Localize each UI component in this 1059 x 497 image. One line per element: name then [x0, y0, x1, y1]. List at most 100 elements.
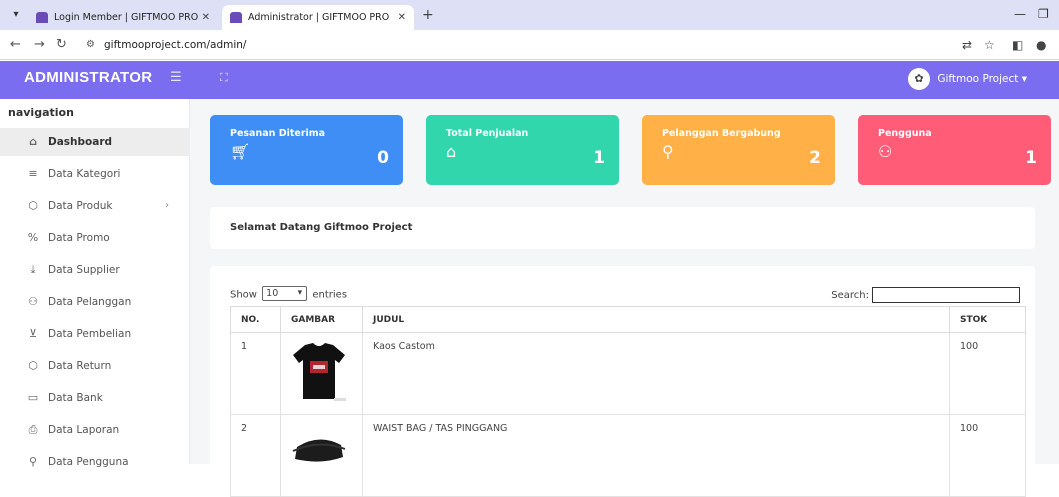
user-menu[interactable]: ✿ Giftmoo Project ▾ — [908, 68, 1027, 90]
user-name: Giftmoo Project — [937, 73, 1019, 85]
home-icon: ⌂ — [29, 135, 37, 148]
column-header-stok[interactable]: STOK — [949, 306, 1026, 333]
new-tab-button[interactable]: + — [422, 8, 434, 22]
translate-icon[interactable]: ⇄ — [962, 38, 972, 52]
stat-card-pesanan[interactable]: Pesanan Diterima 🛒︎ 0 — [210, 115, 403, 185]
product-table: NO. GAMBAR JUDUL STOK 1 Kaos Castom 100 … — [230, 306, 1026, 497]
sidebar-item-laporan[interactable]: ⎙ Data Laporan — [0, 416, 190, 444]
table-header-row: NO. GAMBAR JUDUL STOK — [230, 306, 1026, 333]
card-label: Pengguna — [878, 128, 932, 139]
search-control: Search: — [831, 287, 1020, 304]
card-label: Pelanggan Bergabung — [662, 128, 781, 139]
stat-card-penjualan[interactable]: Total Penjualan ⌂ 1 — [426, 115, 619, 185]
show-label: Show — [230, 289, 257, 301]
cell-stok: 100 — [949, 414, 1026, 497]
chevron-right-icon: › — [165, 200, 169, 211]
tab-close-icon[interactable]: ✕ — [202, 5, 210, 30]
browser-tab-login[interactable]: Login Member | GIFTMOO PRO ✕ — [28, 5, 218, 30]
menu-toggle-icon[interactable]: ☰ — [170, 70, 182, 85]
site-favicon-icon — [36, 12, 48, 23]
cell-gambar — [280, 332, 363, 415]
product-table-panel: Show 10 ▾ entries Search: NO. GAMBAR JUDU… — [210, 266, 1035, 497]
sidebar-item-kategori[interactable]: ≡ Data Kategori — [0, 160, 190, 188]
column-header-no[interactable]: NO. — [230, 306, 281, 333]
tab-close-icon[interactable]: ✕ — [398, 5, 406, 30]
site-info-icon[interactable]: ⚙ — [86, 34, 95, 56]
waist-bag-image — [292, 439, 346, 462]
sidebar-item-promo[interactable]: % Data Promo — [0, 224, 190, 252]
table-row: 2 WAIST BAG / TAS PINGGANG 100 — [230, 414, 1026, 497]
sidebar-item-bank[interactable]: ▭ Data Bank — [0, 384, 190, 412]
card-label: Total Penjualan — [446, 128, 529, 139]
sidebar: navigation ⌂ Dashboard ≡ Data Kategori ⬡… — [0, 99, 190, 468]
search-input[interactable] — [872, 287, 1020, 303]
minimize-icon[interactable]: — — [1014, 7, 1026, 21]
sidebar-item-dashboard[interactable]: ⌂ Dashboard — [0, 128, 190, 156]
reload-icon[interactable]: ↻ — [56, 37, 67, 53]
sidebar-item-pengguna[interactable]: ⚲ Data Pengguna — [0, 448, 190, 476]
cell-judul: WAIST BAG / TAS PINGGANG — [362, 414, 950, 497]
box-icon: ⬡ — [28, 359, 38, 372]
fullscreen-icon[interactable]: ⛶ — [220, 71, 228, 85]
entries-value: 10 — [266, 288, 279, 299]
cell-gambar — [280, 414, 363, 497]
sidebar-item-pembelian[interactable]: ⊻ Data Pembelian — [0, 320, 190, 348]
site-favicon-icon — [230, 12, 242, 23]
sidebar-item-return[interactable]: ⬡ Data Return — [0, 352, 190, 380]
tag-icon: ⌂ — [446, 142, 457, 161]
sidebar-item-label: Dashboard — [48, 136, 113, 148]
stat-card-pelanggan[interactable]: Pelanggan Bergabung ⚲ 2 — [642, 115, 835, 185]
sidebar-item-produk[interactable]: ⬡ Data Produk › — [0, 192, 190, 220]
cell-stok: 100 — [949, 332, 1026, 415]
search-label: Search: — [831, 290, 869, 301]
card-icon: ▭ — [27, 391, 39, 404]
sidebar-item-label: Data Pelanggan — [48, 296, 132, 308]
tab-title: Administrator | GIFTMOO PRO — [248, 12, 390, 23]
sidebar-item-label: Data Return — [48, 360, 112, 372]
app-header: ADMINISTRATOR ☰ ⛶ ✿ Giftmoo Project ▾ — [0, 61, 1059, 99]
sidebar-item-label: Data Laporan — [48, 424, 120, 436]
tshirt-image — [293, 343, 346, 401]
sidebar-title: navigation — [8, 106, 74, 119]
percent-icon: % — [27, 231, 39, 244]
card-value: 2 — [809, 148, 821, 168]
users-icon: ⚇ — [878, 142, 893, 161]
sidebar-item-supplier[interactable]: ⤓ Data Supplier — [0, 256, 190, 284]
sidebar-item-label: Data Bank — [48, 392, 103, 404]
card-value: 1 — [1025, 148, 1037, 168]
forward-icon[interactable]: → — [34, 37, 45, 53]
browser-tab-admin[interactable]: Administrator | GIFTMOO PRO ✕ — [222, 5, 414, 30]
table-row: 1 Kaos Castom 100 — [230, 332, 1026, 415]
user-icon: ⚲ — [662, 142, 674, 161]
sidebar-item-label: Data Kategori — [48, 168, 121, 180]
tab-title: Login Member | GIFTMOO PRO — [54, 12, 199, 23]
brand-title: ADMINISTRATOR — [24, 69, 153, 86]
cell-judul: Kaos Castom — [362, 332, 950, 415]
column-header-gambar[interactable]: GAMBAR — [280, 306, 363, 333]
url-field[interactable]: ⚙ giftmooproject.com/admin/ — [78, 34, 983, 56]
stat-card-pengguna[interactable]: Pengguna ⚇ 1 — [858, 115, 1051, 185]
sidebar-item-label: Data Pembelian — [48, 328, 132, 340]
list-icon: ≡ — [28, 167, 38, 180]
tab-search-chevron-icon[interactable]: ▾ — [8, 8, 24, 22]
entries-label: entries — [312, 289, 348, 301]
entries-select[interactable]: 10 ▾ — [262, 286, 308, 301]
restore-icon[interactable]: ❐ — [1038, 7, 1049, 21]
card-value: 1 — [593, 148, 605, 168]
sidepanel-icon[interactable]: ◧ — [1012, 38, 1023, 52]
cart-icon: 🛒︎ — [230, 142, 251, 161]
users-icon: ⚇ — [28, 295, 38, 308]
chevron-down-icon: ▾ — [297, 288, 303, 298]
avatar: ✿ — [908, 68, 930, 90]
profile-icon[interactable]: ● — [1036, 38, 1046, 52]
back-icon[interactable]: ← — [10, 37, 21, 53]
bookmark-star-icon[interactable]: ☆ — [984, 38, 995, 52]
url-text: giftmooproject.com/admin/ — [104, 39, 247, 51]
download-icon: ⤓ — [30, 263, 36, 276]
user-icon: ⚲ — [28, 455, 38, 468]
printer-icon: ⎙ — [28, 423, 38, 436]
card-label: Pesanan Diterima — [230, 128, 326, 139]
sidebar-item-pelanggan[interactable]: ⚇ Data Pelanggan — [0, 288, 190, 316]
column-header-judul[interactable]: JUDUL — [362, 306, 950, 333]
address-bar: ← → ↻ ⚙ giftmooproject.com/admin/ ⇄ ☆ ◧ … — [0, 30, 1059, 60]
